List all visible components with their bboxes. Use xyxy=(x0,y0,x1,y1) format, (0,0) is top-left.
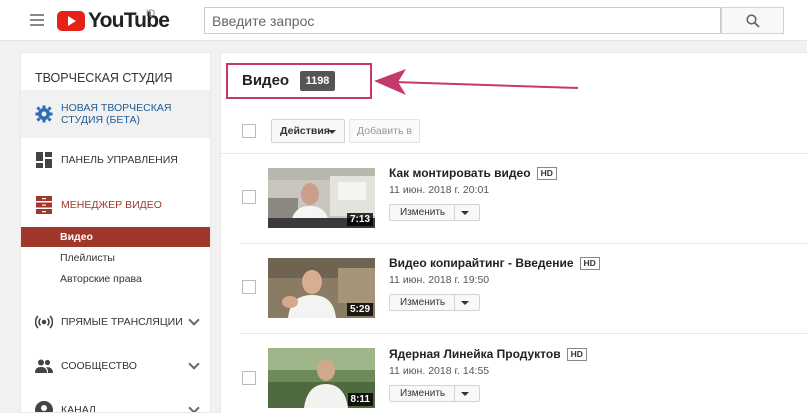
sidebar-item-label: ПРЯМЫЕ ТРАНСЛЯЦИИ xyxy=(61,316,183,328)
top-bar: YouTube ID xyxy=(0,0,807,41)
play-logo-icon xyxy=(57,11,85,31)
community-icon xyxy=(35,357,53,375)
video-duration: 7:13 xyxy=(346,213,373,226)
video-title[interactable]: Ядерная Линейка Продуктов HD xyxy=(389,347,587,361)
sidebar-item-label: ПАНЕЛЬ УПРАВЛЕНИЯ xyxy=(61,154,178,166)
select-all-checkbox[interactable] xyxy=(242,124,256,138)
video-checkbox[interactable] xyxy=(242,190,256,204)
edit-dropdown-button[interactable]: Изменить xyxy=(389,294,480,311)
video-checkbox[interactable] xyxy=(242,280,256,294)
menu-icon[interactable] xyxy=(30,14,44,26)
caret-down-icon xyxy=(461,211,469,215)
search-icon xyxy=(745,13,760,28)
sidebar-subitem-playlists[interactable]: Плейлисты xyxy=(21,248,210,268)
sidebar: ТВОРЧЕСКАЯ СТУДИЯ НОВАЯ ТВОРЧЕСКАЯ СТУДИЯ… xyxy=(20,52,211,413)
search-box xyxy=(204,7,721,34)
sidebar-item-live[interactable]: ПРЯМЫЕ ТРАНСЛЯЦИИ xyxy=(21,311,210,333)
chevron-down-icon xyxy=(188,314,200,326)
page-title: Видео xyxy=(242,72,290,89)
video-date: 11 июн. 2018 г. 19:50 xyxy=(389,274,490,286)
sidebar-item-new-studio-beta[interactable]: НОВАЯ ТВОРЧЕСКАЯ СТУДИЯ (БЕТА) xyxy=(21,90,210,138)
edit-label: Изменить xyxy=(400,297,446,308)
hd-badge: HD xyxy=(566,348,587,361)
video-duration: 5:29 xyxy=(346,303,373,316)
video-duration: 8:11 xyxy=(347,393,373,406)
logo-text: YouTube xyxy=(88,9,170,32)
country-code: ID xyxy=(146,8,155,18)
video-checkbox[interactable] xyxy=(242,371,256,385)
sidebar-item-label: КАНАЛ xyxy=(61,404,96,413)
search-button[interactable] xyxy=(721,7,784,34)
chevron-down-icon xyxy=(188,402,200,412)
video-row: 8:11 Ядерная Линейка Продуктов HD 11 июн.… xyxy=(220,334,807,413)
search-input[interactable] xyxy=(205,8,720,33)
dashboard-icon xyxy=(35,151,53,169)
channel-icon xyxy=(35,401,53,412)
video-row: 7:13 Как монтировать видео HD 11 июн. 201… xyxy=(220,154,807,244)
edit-label: Изменить xyxy=(400,207,446,218)
video-row: 5:29 Видео копирайтинг - Введение HD 11 и… xyxy=(220,244,807,334)
video-thumbnail[interactable]: 8:11 xyxy=(268,348,375,408)
divider xyxy=(454,205,455,220)
add-to-button: Добавить в xyxy=(349,119,420,143)
gear-icon xyxy=(35,105,53,123)
video-manager-icon xyxy=(35,196,53,214)
sidebar-subitem-videos[interactable]: Видео xyxy=(21,227,210,247)
edit-dropdown-button[interactable]: Изменить xyxy=(389,385,480,402)
live-icon xyxy=(35,313,53,331)
sidebar-subitem-copyright[interactable]: Авторские права xyxy=(21,269,210,289)
sidebar-item-channel[interactable]: КАНАЛ xyxy=(21,399,210,413)
sidebar-item-video-manager[interactable]: МЕНЕДЖЕР ВИДЕО xyxy=(21,194,210,216)
video-count-badge: 1198 xyxy=(300,71,335,91)
hd-badge: HD xyxy=(579,257,600,270)
video-title[interactable]: Видео копирайтинг - Введение HD xyxy=(389,256,600,270)
sidebar-item-dashboard[interactable]: ПАНЕЛЬ УПРАВЛЕНИЯ xyxy=(21,149,210,171)
arrow-annotation xyxy=(374,69,579,95)
divider xyxy=(454,295,455,310)
sidebar-title: ТВОРЧЕСКАЯ СТУДИЯ xyxy=(35,71,173,85)
chevron-down-icon xyxy=(188,358,200,370)
edit-dropdown-button[interactable]: Изменить xyxy=(389,204,480,221)
sidebar-item-community[interactable]: СООБЩЕСТВО xyxy=(21,355,210,377)
sidebar-item-label: НОВАЯ ТВОРЧЕСКАЯ СТУДИЯ (БЕТА) xyxy=(61,102,172,126)
caret-down-icon xyxy=(461,392,469,396)
video-thumbnail[interactable]: 5:29 xyxy=(268,258,375,318)
actions-dropdown-button[interactable]: Действия xyxy=(271,119,345,143)
video-title[interactable]: Как монтировать видео HD xyxy=(389,166,557,180)
sidebar-item-label: СООБЩЕСТВО xyxy=(61,360,137,372)
video-date: 11 июн. 2018 г. 20:01 xyxy=(389,184,490,196)
video-date: 11 июн. 2018 г. 14:55 xyxy=(389,365,490,377)
caret-down-icon xyxy=(328,130,336,134)
caret-down-icon xyxy=(461,301,469,305)
actions-label: Действия xyxy=(280,125,330,137)
sidebar-item-label: МЕНЕДЖЕР ВИДЕО xyxy=(61,199,162,211)
hd-badge: HD xyxy=(536,167,557,180)
video-thumbnail[interactable]: 7:13 xyxy=(268,168,375,228)
divider xyxy=(454,386,455,401)
edit-label: Изменить xyxy=(400,388,446,399)
